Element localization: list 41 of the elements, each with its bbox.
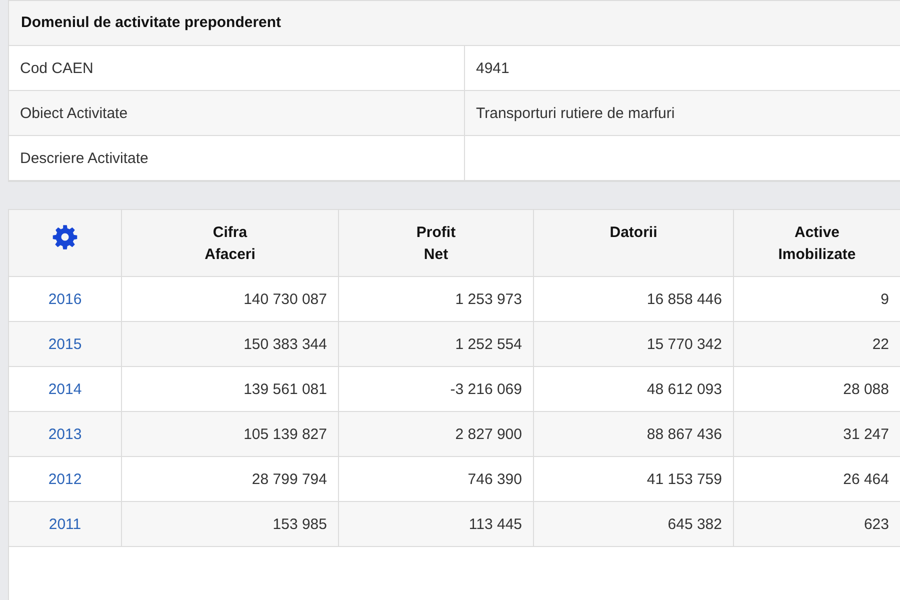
year-link[interactable]: 2011 [48,516,82,532]
column-header: Active Imobilizate [734,210,900,277]
table-cell: 105 139 827 [122,412,339,457]
column-header: Datorii [534,210,734,277]
table-cell: 16 858 446 [534,277,734,322]
table-cell: 88 867 436 [534,412,734,457]
table-cell-text: Transporturi rutiere de marfuri [475,104,676,124]
year-link[interactable]: 2012 [48,470,82,488]
table-cell: 623 [734,502,900,547]
year-link[interactable]: 2015 [48,336,82,352]
table-cell: Obiect Activitate [9,91,465,135]
table-cell: 28 799 794 [122,457,339,502]
table-cell: 139 561 081 [122,367,339,412]
table-cell: 9 [734,277,900,322]
table-cell: 26 464 [734,457,900,502]
panel-title: Domeniul de activitate preponderent [9,1,900,46]
table-cell: Cod CAEN [9,46,465,90]
table-cell: 746 390 [339,457,534,502]
column-header: Cifra Afaceri [122,210,339,277]
table-cell-text: 4941 [475,58,510,78]
column-header: Profit Net [339,210,534,277]
table-cell: Descriere Activitate [9,136,465,180]
table-cell: 113 445 [339,502,534,547]
table-cell: 150 383 344 [122,322,339,367]
year-link[interactable]: 2014 [48,380,82,398]
table-cell: -3 216 069 [339,367,534,412]
table-cell: 31 247 [734,412,900,457]
table-cell: 28 088 [734,367,900,412]
table-cell: 2 827 900 [339,412,534,457]
table-cell: 153 985 [122,502,339,547]
year-link[interactable]: 2013 [48,426,82,442]
year-link[interactable]: 2016 [48,290,82,308]
table-cell: 140 730 087 [122,277,339,322]
table-cell: 22 [734,322,900,367]
table-cell: 15 770 342 [534,322,734,367]
table-cell: 645 382 [534,502,734,547]
settings-icon[interactable] [52,224,78,250]
table-cell: 48 612 093 [534,367,734,412]
table-cell: 1 252 554 [339,322,534,367]
table-cell: 41 153 759 [534,457,734,502]
table-cell: 1 253 973 [339,277,534,322]
